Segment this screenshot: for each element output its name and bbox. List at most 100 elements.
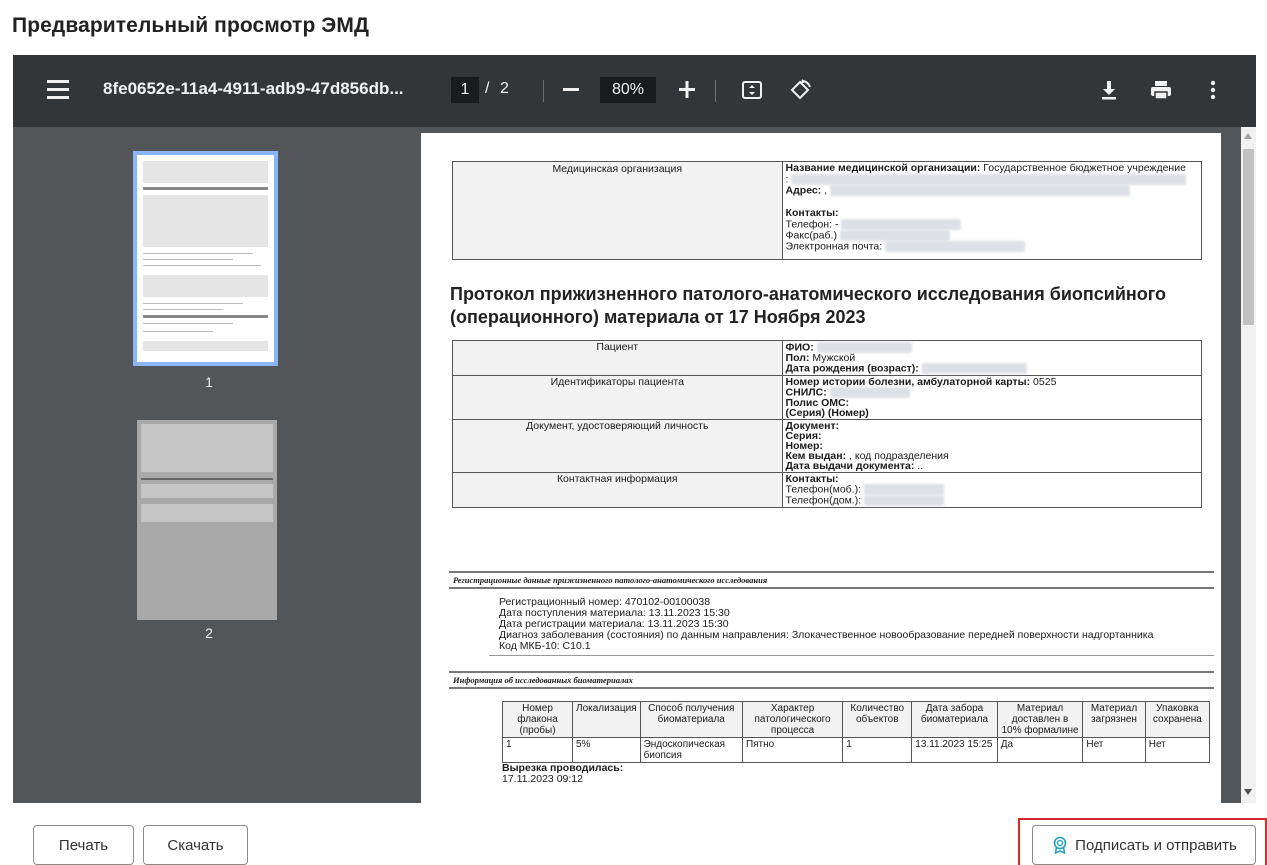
iddoc-details: Документ: Серия: Номер: Кем выдан: , код… [781, 419, 1203, 473]
redacted-text [829, 387, 910, 398]
toolbar-divider [715, 80, 716, 102]
iddoc-label: Документ, удостоверяющий личность [452, 419, 783, 473]
vertical-scrollbar[interactable] [1241, 127, 1256, 803]
org-name-val: Государственное бюджетное учреждение [983, 162, 1186, 174]
contacts-key: Контакты: [785, 206, 839, 219]
bio-header: Способ получения биоматериала [639, 701, 743, 738]
scrollbar-thumb[interactable] [1243, 149, 1254, 325]
patient-label: Пациент [452, 340, 783, 376]
history-val: 0525 [1033, 376, 1057, 388]
table-row: 1 5% Эндоскопическая биопсия Пятно 1 13.… [502, 737, 1211, 763]
bio-header: Количество объектов [842, 701, 913, 738]
org-colon: : [785, 173, 789, 186]
more-icon[interactable] [1209, 79, 1217, 106]
zoom-level-input[interactable]: 80% [600, 77, 656, 103]
redacted-text [841, 218, 962, 230]
bio-cell: Пятно [741, 737, 844, 763]
page-total: 2 [500, 80, 509, 97]
thumbnail-page-2[interactable] [137, 420, 277, 620]
ids-details: Номер истории болезни, амбулаторной карт… [781, 375, 1203, 420]
redacted-text [830, 185, 1131, 197]
document-area: Медицинская организация Название медицин… [405, 127, 1241, 803]
sign-button-label: Подписать и отправить [1075, 836, 1237, 854]
bio-header: Характер патологического процесса [741, 701, 844, 738]
pdf-viewer: 8fe0652e-11a4-4911-adb9-47d856db... 1 / … [13, 55, 1256, 803]
bio-header: Упаковка сохранена [1144, 701, 1211, 738]
org-label: Медицинская организация [452, 161, 783, 260]
fit-page-icon[interactable] [741, 79, 763, 106]
bio-cell: 5% [572, 737, 641, 763]
email-key: Электронная почта: [785, 240, 883, 253]
pdf-page: Медицинская организация Название медицин… [421, 133, 1221, 803]
sign-and-send-button[interactable]: Подписать и отправить [1032, 825, 1256, 865]
bio-header: Материал загрязнен [1082, 701, 1146, 738]
redacted-text [921, 363, 1027, 374]
bio-cell: 1 [502, 737, 573, 763]
contact-label: Контактная информация [452, 472, 783, 508]
issue-date-val: .. [917, 460, 924, 472]
toolbar-divider [543, 80, 544, 102]
phone-val: - [834, 217, 839, 230]
fax-key: Факс(раб.) [785, 229, 837, 242]
reg-mkb: Код МКБ-10: C10.1 [499, 640, 591, 652]
dob-key: Дата рождения (возраст): [785, 362, 919, 375]
thumbnail-label: 1 [205, 374, 213, 390]
document-title: Протокол прижизненного патолого-анатомич… [450, 284, 1167, 327]
patient-table: Пациент ФИО: Пол: Мужской Дата рождения … [452, 340, 1203, 508]
scroll-down-icon[interactable] [1244, 789, 1252, 795]
page-separator: / [485, 80, 490, 97]
redacted-text [863, 484, 944, 495]
certificate-icon [1053, 836, 1067, 854]
zoom-out-icon[interactable] [562, 74, 580, 110]
redacted-text [839, 229, 950, 241]
scroll-up-icon[interactable] [1244, 133, 1252, 139]
org-table: Медицинская организация Название медицин… [452, 161, 1203, 260]
menu-icon[interactable] [47, 80, 69, 100]
bio-header: Локализация [572, 701, 641, 738]
download-icon[interactable] [1099, 79, 1119, 106]
registration-section: Регистрационные данные прижизненного пат… [449, 571, 1214, 656]
bio-cell: Нет [1082, 737, 1146, 763]
bio-section-title: Информация об исследованных биоматериала… [449, 673, 1214, 689]
bio-cell: 1 [842, 737, 913, 763]
print-icon[interactable] [1149, 79, 1173, 106]
bio-header: Материал доставлен в 10% формалине [996, 701, 1084, 738]
reg-diagnosis: Диагноз заболевания (состояния) по данны… [499, 629, 1154, 641]
contact-details: Контакты: Телефон(моб.): Телефон(дом.): [781, 472, 1203, 508]
org-details: Название медицинской организации: Госуда… [781, 161, 1203, 260]
bio-cell: Эндоскопическая биопсия [639, 737, 743, 763]
issue-date-key: Дата выдачи документа: [785, 460, 915, 472]
print-button[interactable]: Печать [33, 825, 134, 865]
biomaterial-table: Номер флакона (пробы) Локализация Способ… [502, 701, 1211, 763]
thumbnail-label: 2 [205, 625, 213, 641]
file-name: 8fe0652e-11a4-4911-adb9-47d856db... [103, 79, 404, 98]
redacted-text [816, 342, 912, 353]
address-key: Адрес: [785, 184, 822, 197]
redacted-text [791, 174, 1187, 185]
cut-key: Вырезка проводилась: [502, 762, 624, 774]
download-button[interactable]: Скачать [143, 825, 248, 865]
reg-section-title: Регистрационные данные прижизненного пат… [449, 573, 1214, 589]
zoom-in-icon[interactable] [678, 74, 696, 110]
thumbnail-panel: 1 2 [13, 127, 405, 803]
home-key: Телефон(дом.): [785, 494, 862, 507]
bio-header: Дата забора биоматериала [911, 701, 998, 738]
bio-cell: Да [996, 737, 1084, 763]
bio-header: Номер флакона (пробы) [502, 701, 573, 738]
bio-cell: Нет [1144, 737, 1211, 763]
cut-val: 17.11.2023 09:12 [502, 773, 583, 785]
rotate-icon[interactable] [788, 79, 812, 106]
phone-key: Телефон: [785, 217, 833, 230]
redacted-text [885, 241, 1026, 253]
bio-cell: 13.11.2023 15:25 [911, 737, 998, 763]
pdf-toolbar: 8fe0652e-11a4-4911-adb9-47d856db... 1 / … [13, 55, 1256, 127]
dialog-title: Предварительный просмотр ЭМД [12, 14, 370, 37]
patient-details: ФИО: Пол: Мужской Дата рождения (возраст… [781, 340, 1203, 376]
page-number-input[interactable]: 1 [451, 77, 479, 103]
org-name-key: Название медицинской организации: [785, 162, 981, 174]
address-val: , [824, 184, 828, 197]
oms-series: (Серия) (Номер) [785, 407, 869, 419]
redacted-text [864, 495, 945, 506]
thumbnail-page-1[interactable] [133, 151, 278, 366]
ids-label: Идентификаторы пациента [452, 375, 783, 420]
